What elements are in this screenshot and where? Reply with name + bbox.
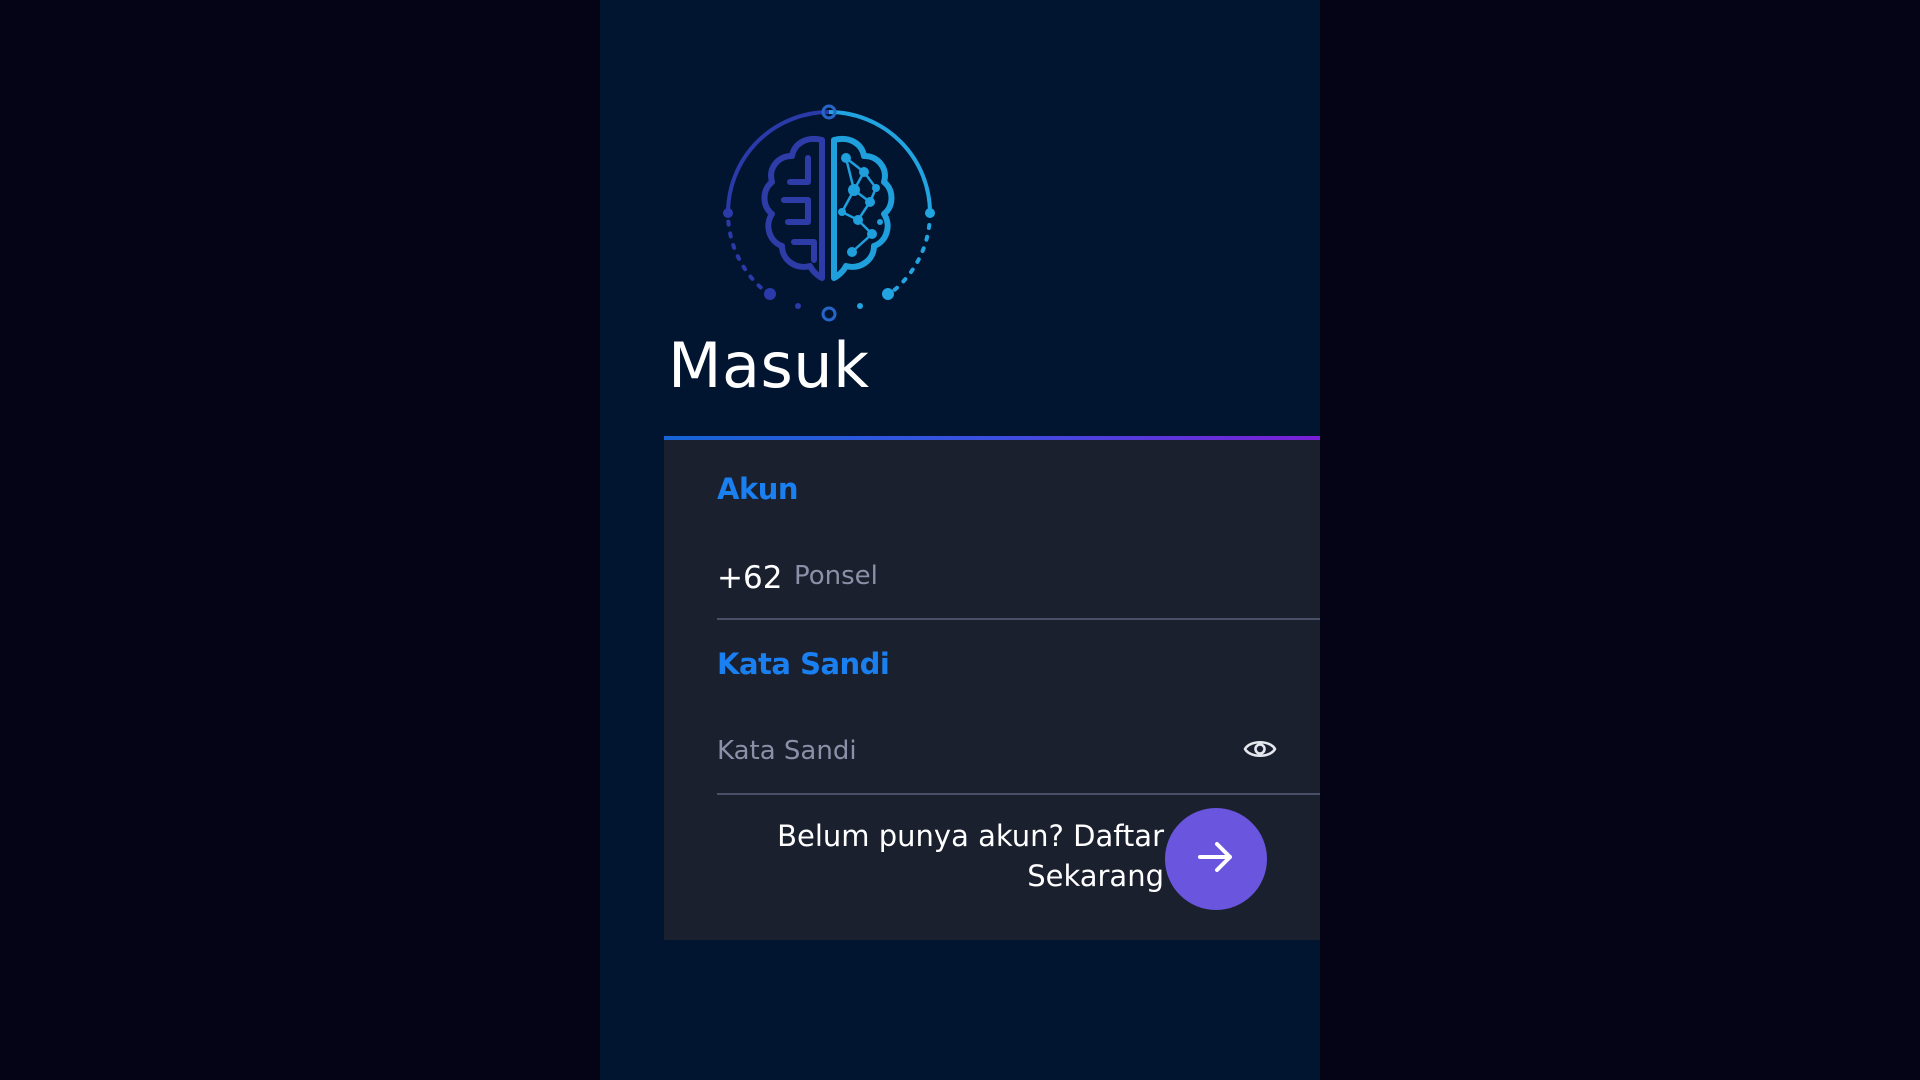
password-input[interactable] bbox=[717, 727, 1217, 775]
password-field bbox=[717, 715, 1320, 795]
arrow-right-icon bbox=[1196, 840, 1236, 878]
login-form: Akun +62 Kata Sandi Belum punya akun? Da… bbox=[664, 436, 1320, 940]
page-title: Masuk bbox=[668, 329, 870, 402]
eye-icon[interactable] bbox=[1240, 729, 1280, 769]
phone-field: +62 bbox=[717, 540, 1320, 620]
login-screen: Masuk Akun +62 Kata Sandi Belum punya ak… bbox=[600, 0, 1320, 1080]
brain-logo-icon bbox=[718, 102, 940, 324]
register-link[interactable]: Belum punya akun? Daftar Sekarang bbox=[744, 816, 1164, 896]
submit-button[interactable] bbox=[1165, 808, 1267, 910]
country-code[interactable]: +62 bbox=[717, 560, 782, 596]
account-label: Akun bbox=[717, 472, 799, 506]
password-label: Kata Sandi bbox=[717, 647, 890, 681]
phone-input[interactable] bbox=[794, 552, 1294, 600]
